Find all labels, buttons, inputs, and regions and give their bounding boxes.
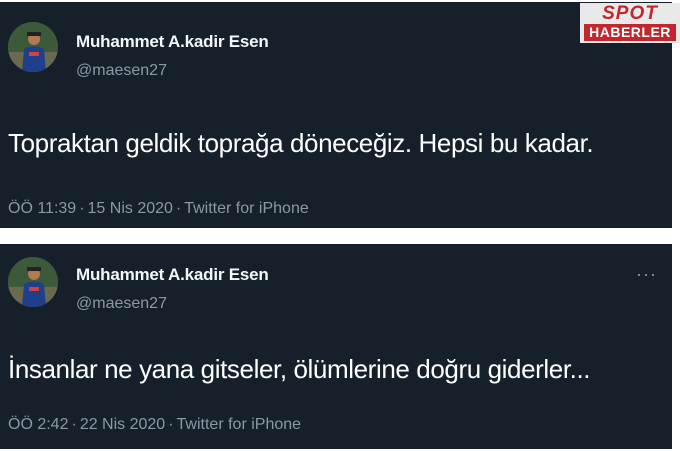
meta-separator: · xyxy=(168,416,174,433)
watermark-logo: SPOT HABERLER xyxy=(580,3,680,43)
tweet-text: Topraktan geldik toprağa döneceğiz. Heps… xyxy=(8,128,594,158)
avatar[interactable] xyxy=(8,257,58,307)
tweet-card[interactable]: Muhammet A.kadir Esen @maesen27 Toprakta… xyxy=(0,2,672,228)
tweet-source[interactable]: Twitter for iPhone xyxy=(177,416,302,433)
meta-separator: · xyxy=(79,200,85,217)
meta-separator: · xyxy=(175,200,182,217)
more-options-icon[interactable]: ··· xyxy=(636,264,657,285)
tweet-date[interactable]: 22 Nis 2020 xyxy=(80,416,165,433)
user-handle[interactable]: @maesen27 xyxy=(76,295,167,313)
tweet-text: İnsanlar ne yana gitseler, ölümlerine do… xyxy=(8,354,591,384)
profile-photo-icon xyxy=(8,22,58,72)
tweet-card[interactable]: Muhammet A.kadir Esen @maesen27 ··· İnsa… xyxy=(0,244,672,449)
user-name[interactable]: Muhammet A.kadir Esen xyxy=(76,265,269,285)
user-handle[interactable]: @maesen27 xyxy=(76,62,167,80)
tweet-source[interactable]: Twitter for iPhone xyxy=(184,200,309,217)
profile-photo-icon xyxy=(8,257,58,307)
tweet-date[interactable]: 15 Nis 2020 xyxy=(88,200,173,217)
tweet-meta: ÖÖ 11:39 · 15 Nis 2020 · Twitter for iPhone xyxy=(8,200,309,218)
tweet-time[interactable]: ÖÖ 2:42 xyxy=(8,416,68,433)
tweet-meta: ÖÖ 2:42 · 22 Nis 2020 · Twitter for iPhone xyxy=(8,416,301,434)
watermark-line1: SPOT xyxy=(602,3,658,24)
user-name[interactable]: Muhammet A.kadir Esen xyxy=(76,32,269,52)
avatar[interactable] xyxy=(8,22,58,72)
tweet-time[interactable]: ÖÖ 11:39 xyxy=(8,200,76,217)
meta-separator: · xyxy=(71,416,77,433)
watermark-line2: HABERLER xyxy=(584,24,676,41)
